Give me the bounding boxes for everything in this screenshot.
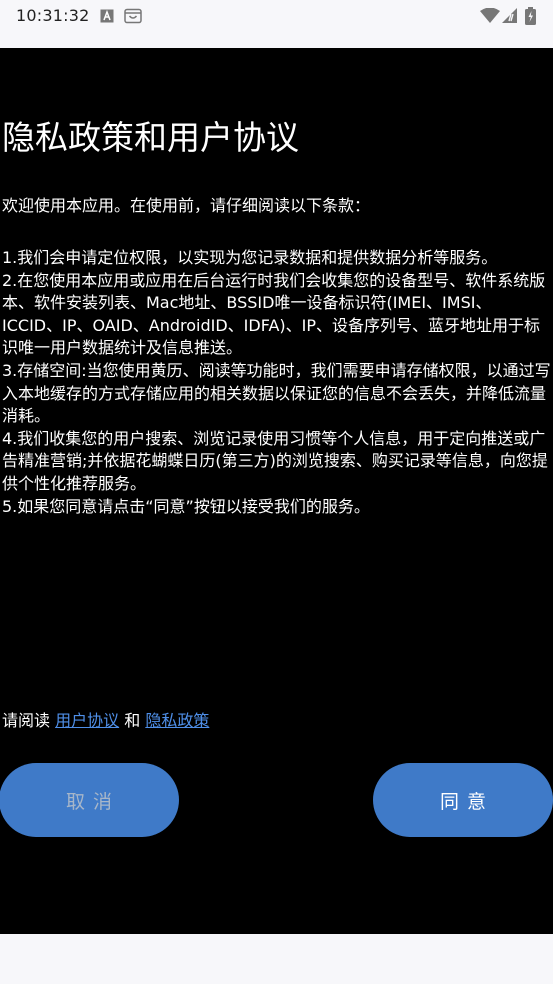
policy-item-consent: 5.如果您同意请点击“同意”按钮以接受我们的服务。 [2,496,370,516]
read-prefix: 请阅读 [2,711,51,730]
and-text: 和 [124,711,141,730]
battery-charging-icon [525,7,536,29]
policy-item-location: 1.我们会申请定位权限，以实现为您记录数据和提供数据分析等服务。 [2,248,498,267]
page-title: 隐私政策和用户协议 [2,118,299,157]
policy-item-personal-info: 4.我们收集您的用户搜索、浏览记录使用习惯等个人信息，用于定向推送或广告精准营销… [2,428,548,493]
policy-item-storage: 3.存储空间:当您使用黄历、阅读等功能时，我们需要申请存储权限，以通过写入本地缓… [2,360,551,426]
privacy-policy-link[interactable]: 隐私政策 [145,711,209,730]
calendar-notification-icon [124,8,142,28]
privacy-dialog: 隐私政策和用户协议 欢迎使用本应用。在使用前，请仔细阅读以下条款： 1.我们会申… [0,48,553,934]
a-notification-icon [100,8,114,27]
wifi-icon [480,7,500,28]
policy-item-device-info: 2.在您使用本应用或应用在后台运行时我们会收集您的设备型号、软件系统版本、软件安… [2,270,546,358]
agreement-links: 请阅读 用户协议 和 隐私政策 [2,710,209,732]
agree-button[interactable]: 同意 [373,763,553,837]
intro-text: 欢迎使用本应用。在使用前，请仔细阅读以下条款： [2,196,371,215]
user-agreement-link[interactable]: 用户协议 [55,711,119,730]
status-time: 10:31:32 [16,6,90,25]
cancel-button[interactable]: 取消 [0,763,179,837]
status-bar: 10:31:32 [0,0,553,48]
policy-terms: 1.我们会申请定位权限，以实现为您记录数据和提供数据分析等服务。 2.在您使用本… [2,247,551,518]
signal-icon [502,8,518,28]
